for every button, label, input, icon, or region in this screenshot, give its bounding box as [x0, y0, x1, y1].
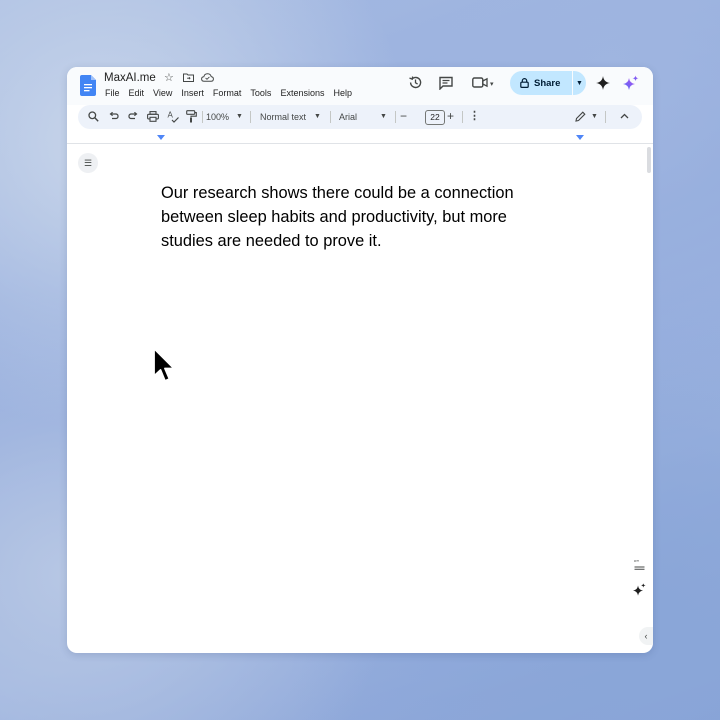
- mouse-pointer-icon: [153, 347, 175, 382]
- star-icon[interactable]: ☆: [164, 71, 174, 85]
- toolbar-divider: [202, 111, 203, 123]
- decrease-font-size-icon[interactable]: −: [400, 109, 407, 123]
- document-title[interactable]: MaxAI.me: [104, 72, 156, 84]
- meet-video-icon[interactable]: [472, 77, 488, 88]
- edit-mode-pencil-icon[interactable]: [575, 111, 586, 122]
- gemini-color-sparkle-icon[interactable]: [623, 75, 639, 91]
- svg-text:“”: “”: [634, 560, 639, 567]
- menu-view[interactable]: View: [153, 87, 172, 99]
- menu-file[interactable]: File: [105, 87, 120, 99]
- cloud-saved-icon[interactable]: [201, 73, 214, 82]
- menu-help[interactable]: Help: [333, 87, 352, 99]
- search-icon[interactable]: [88, 111, 99, 122]
- menu-bar: File Edit View Insert Format Tools Exten…: [105, 87, 361, 99]
- move-folder-icon[interactable]: [183, 73, 194, 82]
- toolbar-divider: [330, 111, 331, 123]
- title-bar: MaxAI.me ☆ File Edit View Insert Format …: [67, 67, 653, 105]
- toolbar-divider: [605, 111, 606, 123]
- share-main[interactable]: Share: [510, 78, 572, 89]
- list-icon: ☰: [83, 158, 93, 168]
- edit-mode-chevron-down-icon[interactable]: ▼: [591, 110, 598, 124]
- menu-insert[interactable]: Insert: [181, 87, 204, 99]
- history-icon[interactable]: [408, 75, 423, 90]
- share-label: Share: [534, 77, 561, 89]
- formatting-toolbar: A 100% ▼ Normal text ▼ Arial ▼ − 22 + ⋮ …: [78, 105, 642, 129]
- spellcheck-icon[interactable]: A: [167, 110, 179, 123]
- collapse-chevron-icon[interactable]: [620, 113, 629, 119]
- font-size-input[interactable]: 22: [425, 110, 445, 125]
- left-indent-marker[interactable]: [157, 135, 165, 140]
- menu-extensions[interactable]: Extensions: [280, 87, 324, 99]
- menu-tools[interactable]: Tools: [250, 87, 271, 99]
- undo-icon[interactable]: [109, 112, 119, 122]
- add-comment-quote-icon[interactable]: “”: [634, 559, 645, 570]
- paragraph-style-select[interactable]: Normal text: [260, 110, 306, 124]
- zoom-select[interactable]: 100%: [206, 110, 229, 124]
- svg-text:A: A: [168, 111, 174, 120]
- document-text[interactable]: Our research shows there could be a conn…: [161, 181, 561, 253]
- zoom-chevron-down-icon[interactable]: ▼: [236, 110, 243, 124]
- document-outline-button[interactable]: ☰: [78, 153, 98, 173]
- google-docs-logo-icon[interactable]: [80, 75, 96, 96]
- right-indent-marker[interactable]: [576, 135, 584, 140]
- lock-icon: [520, 78, 529, 88]
- toolbar-divider: [250, 111, 251, 123]
- more-vert-icon[interactable]: ⋮: [469, 109, 480, 123]
- redo-icon[interactable]: [128, 112, 138, 122]
- toolbar-divider: [395, 111, 396, 123]
- increase-font-size-icon[interactable]: +: [447, 109, 454, 123]
- meet-chevron-down-icon[interactable]: ▾: [490, 77, 494, 93]
- toolbar-divider: [462, 111, 463, 123]
- print-icon[interactable]: [147, 111, 159, 122]
- side-panel-chevron-left-icon[interactable]: ‹: [639, 627, 653, 645]
- font-family-select[interactable]: Arial: [339, 110, 357, 124]
- style-chevron-down-icon[interactable]: ▼: [314, 110, 321, 124]
- paint-format-icon[interactable]: [186, 110, 197, 123]
- gemini-sparkle-icon[interactable]: [596, 76, 610, 90]
- menu-edit[interactable]: Edit: [129, 87, 145, 99]
- share-button[interactable]: Share ▼: [510, 71, 586, 95]
- comments-icon[interactable]: [439, 76, 453, 90]
- ruler[interactable]: [67, 135, 653, 144]
- menu-format[interactable]: Format: [213, 87, 242, 99]
- gemini-assist-sparkle-icon[interactable]: [633, 583, 646, 596]
- share-options-chevron-down-icon[interactable]: ▼: [573, 80, 586, 87]
- vertical-scrollbar[interactable]: [647, 147, 651, 173]
- font-chevron-down-icon[interactable]: ▼: [380, 110, 387, 124]
